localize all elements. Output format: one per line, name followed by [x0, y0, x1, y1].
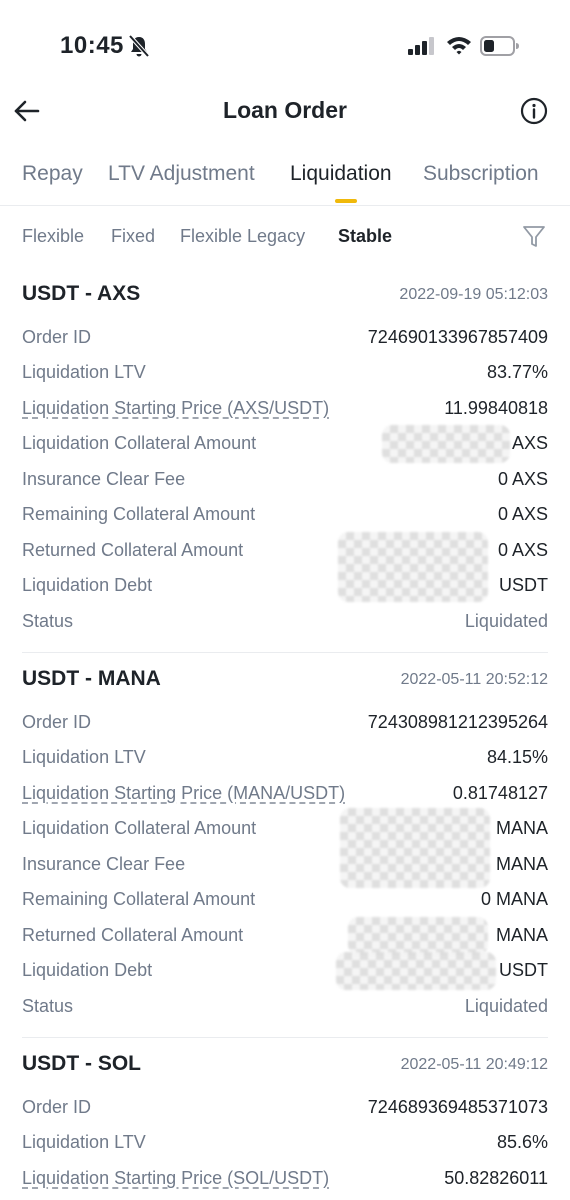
row-starting-price: Liquidation Starting Price (AXS/USDT) 11…: [0, 398, 570, 428]
value-liquidation-ltv: 85.6%: [496, 1132, 548, 1152]
row-collateral-amount: Liquidation Collateral Amount AXS: [0, 425, 570, 463]
order-pair: USDT - SOL: [22, 1052, 141, 1075]
label-liquidation-ltv: Liquidation LTV: [22, 1132, 146, 1152]
value-remaining-collateral: 0 MANA: [480, 889, 548, 909]
order-time: 2022-05-11 20:52:12: [400, 671, 548, 688]
row-order-id: Order ID 724690133967857409: [0, 327, 570, 357]
label-insurance-fee: Insurance Clear Fee: [22, 854, 186, 874]
tab-liquidation[interactable]: Liquidation: [290, 162, 392, 186]
order-pair: USDT - MANA: [22, 667, 161, 690]
value-order-id: 724689369485371073: [367, 1097, 548, 1117]
value-liquidation-ltv: 83.77%: [486, 362, 548, 382]
row-status: Status Liquidated: [0, 996, 570, 1026]
label-returned-collateral: Returned Collateral Amount: [22, 540, 244, 560]
value-collateral-amount: AXS: [511, 433, 548, 453]
main-tabs: Repay LTV Adjustment Liquidation Subscri…: [0, 160, 570, 206]
value-order-id: 724690133967857409: [367, 327, 548, 347]
info-icon[interactable]: [519, 96, 549, 126]
label-insurance-fee: Insurance Clear Fee: [22, 469, 186, 489]
status-time: 10:45: [60, 32, 124, 59]
row-returned-collateral: Returned Collateral Amount MANA: [0, 917, 570, 955]
row-liquidation-ltv: Liquidation LTV 83.77%: [0, 362, 570, 392]
label-status: Status: [22, 611, 74, 631]
subtab-flexible-legacy[interactable]: Flexible Legacy: [180, 226, 305, 247]
value-starting-price: 0.81748127: [452, 783, 548, 803]
status-badge: Liquidated: [464, 611, 548, 631]
label-liquidation-ltv: Liquidation LTV: [22, 362, 146, 382]
label-starting-price[interactable]: Liquidation Starting Price (AXS/USDT): [22, 398, 329, 419]
subtab-fixed[interactable]: Fixed: [111, 226, 155, 247]
row-order-id: Order ID 724308981212395264: [0, 712, 570, 742]
value-liquidation-ltv: 84.15%: [486, 747, 548, 767]
active-tab-indicator: [335, 199, 357, 203]
value-order-id: 724308981212395264: [367, 712, 548, 732]
row-liquidation-debt: Liquidation Debt USDT: [0, 952, 570, 990]
row-status: Status Liquidated: [0, 611, 570, 641]
label-status: Status: [22, 996, 74, 1016]
status-badge: Liquidated: [464, 996, 548, 1016]
value-insurance-fee: 0 AXS: [497, 469, 548, 489]
sub-tabs: Flexible Fixed Flexible Legacy Stable: [0, 224, 570, 254]
label-liquidation-ltv: Liquidation LTV: [22, 747, 146, 767]
page-title: Loan Order: [223, 97, 347, 123]
row-starting-price: Liquidation Starting Price (SOL/USDT) 50…: [0, 1168, 570, 1198]
label-liquidation-debt: Liquidation Debt: [22, 575, 153, 595]
row-liquidation-ltv: Liquidation LTV 85.6%: [0, 1132, 570, 1162]
row-order-id: Order ID 724689369485371073: [0, 1097, 570, 1127]
label-order-id: Order ID: [22, 712, 92, 732]
subtab-stable[interactable]: Stable: [338, 226, 392, 247]
row-returned-collateral: Returned Collateral Amount 0 AXS: [0, 532, 570, 602]
row-remaining-collateral: Remaining Collateral Amount 0 MANA: [0, 889, 570, 919]
row-liquidation-ltv: Liquidation LTV 84.15%: [0, 747, 570, 777]
value-collateral-amount: MANA: [495, 818, 548, 838]
label-liquidation-debt: Liquidation Debt: [22, 960, 153, 980]
filter-icon[interactable]: [522, 224, 546, 250]
value-returned-collateral: 0 AXS: [497, 540, 548, 560]
divider: [22, 652, 548, 653]
app-header: Loan Order: [0, 82, 570, 142]
order-pair: USDT - AXS: [22, 282, 141, 305]
redaction-mask: [382, 425, 510, 463]
tab-repay[interactable]: Repay: [22, 162, 83, 186]
label-remaining-collateral: Remaining Collateral Amount: [22, 504, 256, 524]
label-order-id: Order ID: [22, 327, 92, 347]
status-bar: 10:45: [0, 0, 570, 80]
tab-ltv-adjustment[interactable]: LTV Adjustment: [108, 162, 255, 186]
value-remaining-collateral: 0 AXS: [497, 504, 548, 524]
label-starting-price[interactable]: Liquidation Starting Price (SOL/USDT): [22, 1168, 329, 1189]
tab-subscription[interactable]: Subscription: [423, 162, 539, 186]
label-returned-collateral: Returned Collateral Amount: [22, 925, 244, 945]
redaction-mask: [336, 952, 496, 990]
label-remaining-collateral: Remaining Collateral Amount: [22, 889, 256, 909]
label-starting-price[interactable]: Liquidation Starting Price (MANA/USDT): [22, 783, 345, 804]
label-order-id: Order ID: [22, 1097, 92, 1117]
divider: [22, 1037, 548, 1038]
row-liquidation-debt: Liquidation Debt USDT: [0, 575, 570, 605]
bell-slash-icon: [128, 34, 150, 58]
value-insurance-fee: MANA: [495, 854, 548, 874]
row-insurance-fee: Insurance Clear Fee MANA: [0, 854, 570, 884]
value-returned-collateral: MANA: [495, 925, 548, 945]
battery-icon: [480, 36, 519, 56]
value-starting-price: 11.99840818: [444, 398, 548, 418]
label-collateral-amount: Liquidation Collateral Amount: [22, 818, 257, 838]
cellular-signal-icon: [408, 37, 434, 55]
wifi-icon: [447, 37, 471, 55]
value-starting-price: 50.82826011: [444, 1168, 548, 1188]
row-insurance-fee: Insurance Clear Fee 0 AXS: [0, 469, 570, 499]
label-collateral-amount: Liquidation Collateral Amount: [22, 433, 257, 453]
subtab-flexible[interactable]: Flexible: [22, 226, 84, 247]
order-time: 2022-05-11 20:49:12: [400, 1056, 548, 1073]
row-remaining-collateral: Remaining Collateral Amount 0 AXS: [0, 504, 570, 534]
redaction-mask: [348, 917, 488, 955]
order-time: 2022-09-19 05:12:03: [399, 286, 548, 303]
value-liquidation-debt: USDT: [499, 575, 548, 595]
value-liquidation-debt: USDT: [499, 960, 548, 980]
row-collateral-amount: Liquidation Collateral Amount MANA: [0, 808, 570, 888]
